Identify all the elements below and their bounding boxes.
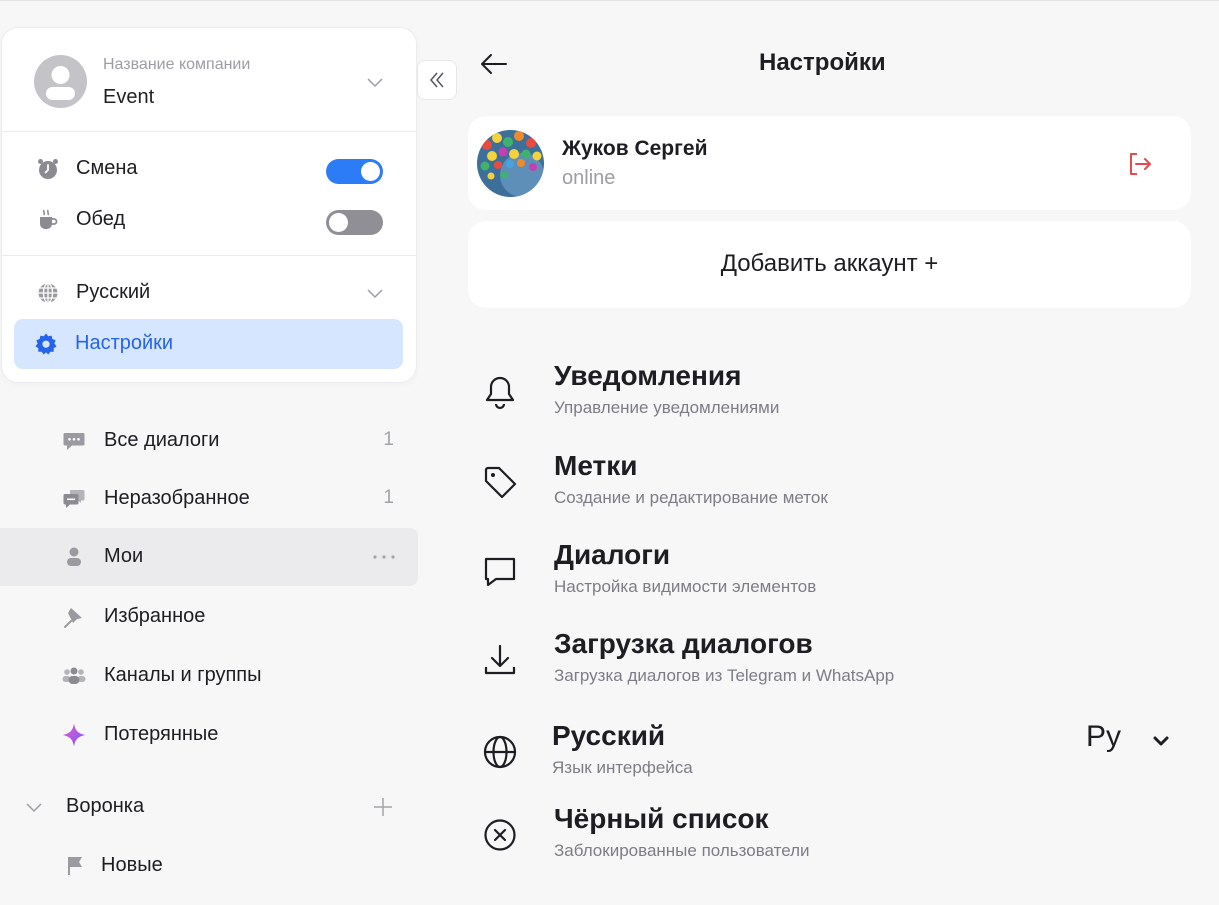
- nav-label: Потерянные: [104, 723, 219, 745]
- profile-name: Жуков Сергей: [562, 137, 708, 160]
- divider: [2, 255, 416, 256]
- setting-title: Чёрный список: [554, 803, 769, 834]
- user-placeholder-icon: [46, 66, 75, 100]
- setting-subtitle: Управление уведомлениями: [554, 398, 780, 417]
- chat-icon: [484, 557, 516, 587]
- setting-notifications[interactable]: Уведомления Управление уведомлениями: [470, 360, 1190, 432]
- profile-avatar: [477, 130, 544, 197]
- pin-icon: [64, 608, 82, 628]
- settings-label: Настройки: [75, 332, 174, 354]
- group-icon: [62, 667, 86, 684]
- setting-subtitle: Язык интерфейса: [552, 758, 693, 777]
- language-value[interactable]: Ру: [1086, 720, 1121, 754]
- page-title: Настройки: [759, 49, 886, 76]
- nav-label: Неразобранное: [104, 487, 250, 509]
- double-chevron-left-icon: [430, 72, 444, 88]
- setting-title: Диалоги: [554, 539, 671, 570]
- balloons-photo-icon: [477, 130, 544, 197]
- setting-title: Загрузка диалогов: [554, 628, 813, 659]
- language-selector[interactable]: Русский: [2, 269, 416, 317]
- setting-subtitle: Загрузка диалогов из Telegram и WhatsApp: [554, 666, 895, 685]
- chat-bubble-icon: [63, 433, 85, 450]
- add-account-button[interactable]: Добавить аккаунт +: [468, 221, 1191, 308]
- company-selector[interactable]: Название компании Event: [2, 28, 416, 132]
- funnel-stage-label: Новые: [101, 854, 163, 876]
- shift-toggle[interactable]: [326, 159, 383, 184]
- company-name: Event: [103, 86, 155, 108]
- nav-label: Все диалоги: [104, 429, 220, 451]
- setting-blacklist[interactable]: Чёрный список Заблокированные пользовате…: [470, 803, 1190, 875]
- toggle-knob: [361, 162, 380, 181]
- download-icon: [484, 644, 516, 675]
- nav-label: Избранное: [104, 605, 206, 627]
- chevron-down-icon[interactable]: [365, 72, 385, 92]
- setting-language[interactable]: Русский Язык интерфейса Ру: [470, 720, 1190, 792]
- nav-label: Каналы и группы: [104, 664, 262, 686]
- globe-icon: [483, 735, 517, 769]
- account-menu-card: Название компании Event Смена Обед Русск…: [2, 28, 416, 382]
- funnel-label: Воронка: [66, 795, 145, 817]
- circle-x-icon: [484, 819, 516, 851]
- shift-label: Смена: [76, 157, 138, 179]
- coffee-cup-icon: [40, 209, 58, 229]
- funnel-stage-new[interactable]: Новые: [0, 837, 418, 895]
- nav-item-channels-groups[interactable]: Каналы и группы: [0, 647, 418, 705]
- user-icon: [67, 547, 81, 566]
- collapse-sidebar-button[interactable]: [418, 61, 456, 99]
- nav-item-all-dialogs[interactable]: Все диалоги 1: [0, 412, 418, 470]
- company-avatar: [34, 55, 87, 108]
- setting-subtitle: Настройка видимости элементов: [554, 577, 817, 596]
- alarm-clock-icon: [38, 159, 58, 179]
- divider: [2, 131, 416, 132]
- nav-label: Мои: [104, 545, 144, 567]
- chat-bubbles-icon: [63, 490, 85, 508]
- language-label: Русский: [76, 281, 151, 303]
- globe-icon: [38, 282, 58, 304]
- more-dots-icon[interactable]: [372, 554, 396, 560]
- flag-icon: [68, 857, 82, 875]
- nav-count: 1: [383, 429, 394, 450]
- setting-import-dialogs[interactable]: Загрузка диалогов Загрузка диалогов из T…: [470, 628, 1190, 700]
- lunch-label: Обед: [76, 208, 126, 230]
- shift-row: Смена: [2, 145, 416, 193]
- setting-subtitle: Создание и редактирование меток: [554, 488, 828, 507]
- setting-dialogs[interactable]: Диалоги Настройка видимости элементов: [470, 539, 1190, 611]
- tag-icon: [484, 466, 517, 499]
- lunch-row: Обед: [2, 196, 416, 244]
- funnel-group[interactable]: Воронка: [0, 778, 418, 836]
- lunch-toggle[interactable]: [326, 210, 383, 235]
- settings-menu-item[interactable]: Настройки: [14, 319, 403, 369]
- nav-item-favorites[interactable]: Избранное: [0, 588, 418, 646]
- plus-icon[interactable]: [372, 796, 394, 818]
- setting-tags[interactable]: Метки Создание и редактирование меток: [470, 450, 1190, 522]
- add-account-label: Добавить аккаунт +: [720, 250, 939, 277]
- chevron-down-icon: [367, 289, 383, 299]
- logout-icon[interactable]: [1126, 150, 1154, 178]
- setting-subtitle: Заблокированные пользователи: [554, 841, 810, 860]
- chevron-down-icon[interactable]: [1150, 730, 1172, 752]
- top-border: [0, 0, 1219, 1]
- nav-item-lost[interactable]: Потерянные: [0, 706, 418, 764]
- toggle-knob: [329, 213, 348, 232]
- setting-title: Уведомления: [554, 360, 742, 391]
- setting-title: Русский: [552, 720, 666, 751]
- gear-icon: [35, 333, 57, 355]
- chevron-down-icon: [26, 803, 42, 813]
- bell-icon: [485, 376, 515, 410]
- company-caption: Название компании: [103, 56, 251, 73]
- back-arrow-icon[interactable]: [478, 48, 510, 80]
- nav-count: 1: [383, 487, 394, 508]
- sparkle-icon: [62, 723, 86, 747]
- profile-card[interactable]: Жуков Сергей online: [468, 116, 1191, 210]
- profile-status: online: [562, 167, 616, 189]
- nav-item-unsorted[interactable]: Неразобранное 1: [0, 470, 418, 528]
- nav-item-mine[interactable]: Мои: [0, 528, 418, 586]
- setting-title: Метки: [554, 450, 638, 481]
